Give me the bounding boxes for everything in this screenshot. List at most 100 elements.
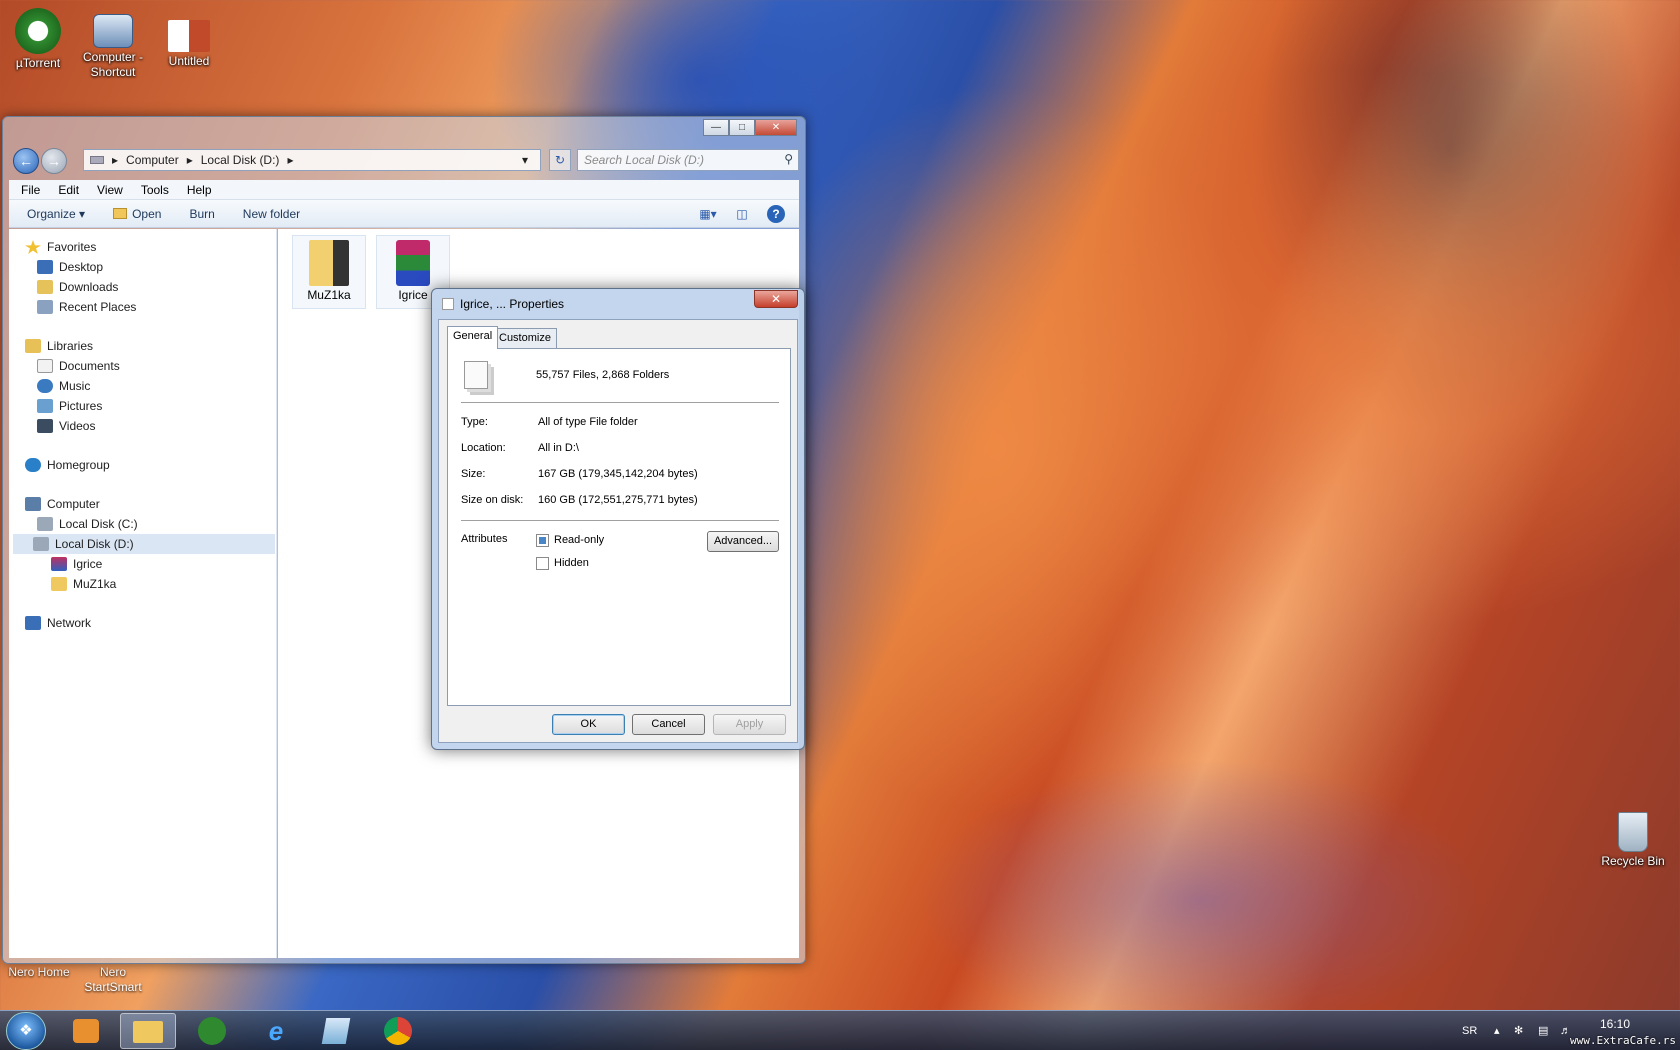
document-icon (442, 298, 454, 310)
libraries-icon (25, 339, 41, 353)
computer-shortcut-desktop-icon[interactable]: Computer - Shortcut (76, 8, 150, 80)
apply-button[interactable]: Apply (713, 714, 786, 735)
organize-button[interactable]: Organize ▾ (27, 207, 85, 221)
nero-startsmart-label[interactable]: Nero StartSmart (80, 965, 146, 995)
menu-edit[interactable]: Edit (58, 183, 79, 197)
chevron-right-icon[interactable]: ▸ (187, 153, 193, 167)
nav-desktop[interactable]: Desktop (37, 257, 103, 277)
video-file-icon (168, 20, 210, 52)
nav-igrice[interactable]: Igrice (51, 554, 102, 574)
winrar-icon (396, 240, 430, 286)
menu-help[interactable]: Help (187, 183, 212, 197)
taskbar-app[interactable] (308, 1013, 364, 1049)
hidden-label[interactable]: Hidden (554, 557, 589, 569)
chevron-down-icon[interactable]: ▾ (522, 153, 528, 167)
nav-computer[interactable]: Computer (25, 494, 100, 514)
untitled-desktop-icon[interactable]: Untitled (152, 8, 226, 69)
desktop-icon-label: µTorrent (15, 56, 61, 70)
open-button[interactable]: Open (113, 207, 161, 221)
taskbar-explorer[interactable] (120, 1013, 176, 1049)
folder-icon (309, 240, 349, 286)
taskbar-media-player[interactable] (58, 1013, 114, 1049)
nav-favorites[interactable]: Favorites (25, 237, 96, 257)
nav-label: Documents (59, 359, 120, 373)
taskbar-utorrent[interactable] (184, 1013, 240, 1049)
open-label: Open (132, 206, 162, 221)
forward-button[interactable]: → (41, 148, 67, 174)
navigation-pane: Favorites Desktop Downloads Recent Place… (9, 229, 277, 958)
nav-videos[interactable]: Videos (37, 416, 95, 436)
nav-music[interactable]: Music (37, 376, 90, 396)
show-hidden-icons[interactable]: ▴ (1494, 1011, 1500, 1050)
menu-tools[interactable]: Tools (141, 183, 169, 197)
nav-documents[interactable]: Documents (37, 356, 120, 376)
read-only-checkbox[interactable] (536, 534, 549, 547)
address-bar[interactable]: ▸ Computer ▸ Local Disk (D:) ▸ ▾ (83, 149, 541, 171)
nav-local-disk-c[interactable]: Local Disk (C:) (37, 514, 138, 534)
command-bar: Organize ▾ Open Burn New folder ▦▾ ◫ ? (9, 200, 799, 228)
size-on-disk-value: 160 GB (172,551,275,771 bytes) (538, 494, 698, 506)
nero-home-label[interactable]: Nero Home (4, 965, 74, 980)
burn-button[interactable]: Burn (189, 207, 214, 221)
nav-muz1ka[interactable]: MuZ1ka (51, 574, 116, 594)
desktop-icon-label: Recycle Bin (1601, 854, 1665, 868)
chevron-right-icon[interactable]: ▸ (287, 153, 293, 167)
windows-logo-icon: ❖ (19, 1022, 33, 1039)
language-indicator[interactable]: SR (1462, 1011, 1477, 1050)
cancel-button[interactable]: Cancel (632, 714, 705, 735)
tab-customize[interactable]: Customize (493, 328, 557, 348)
chevron-right-icon[interactable]: ▸ (112, 153, 118, 167)
back-button[interactable]: ← (13, 148, 39, 174)
nav-network[interactable]: Network (25, 613, 91, 633)
nav-pictures[interactable]: Pictures (37, 396, 102, 416)
breadcrumb-local-disk-d[interactable]: Local Disk (D:) (201, 153, 280, 167)
search-icon[interactable]: ⚲ (784, 152, 793, 166)
nav-label: Libraries (47, 339, 94, 353)
read-only-label[interactable]: Read-only (554, 534, 604, 546)
menu-file[interactable]: File (21, 183, 40, 197)
desktop-icon-label: Computer - Shortcut (82, 50, 144, 79)
menu-view[interactable]: View (97, 183, 123, 197)
taskbar-internet-explorer[interactable]: e (248, 1013, 304, 1049)
location-label: Location: (461, 442, 506, 454)
advanced-button[interactable]: Advanced... (707, 531, 779, 552)
ok-button[interactable]: OK (552, 714, 625, 735)
start-button[interactable]: ❖ (6, 1012, 46, 1050)
recycle-bin-desktop-icon[interactable]: Recycle Bin (1596, 812, 1670, 869)
tab-general[interactable]: General (447, 326, 499, 349)
tray-app-icon[interactable]: ✻ (1514, 1011, 1523, 1050)
utorrent-desktop-icon[interactable]: µTorrent (1, 8, 75, 71)
computer-icon (93, 14, 133, 48)
taskbar-chrome[interactable] (370, 1013, 426, 1049)
size-value: 167 GB (179,345,142,204 bytes) (538, 468, 698, 480)
refresh-button[interactable]: ↻ (549, 149, 571, 171)
breadcrumb-computer[interactable]: Computer (126, 153, 179, 167)
watermark: www.ExtraCafe.rs (1570, 1034, 1676, 1047)
window-controls: — □ ✕ (703, 119, 797, 136)
nav-recent-places[interactable]: Recent Places (37, 297, 136, 317)
app-icon (321, 1018, 351, 1044)
close-button[interactable]: ✕ (755, 119, 797, 136)
preview-pane-icon[interactable]: ◫ (733, 205, 751, 223)
hidden-checkbox[interactable] (536, 557, 549, 570)
help-icon[interactable]: ? (767, 205, 785, 223)
separator (461, 520, 779, 521)
type-value: All of type File folder (538, 416, 638, 428)
menu-bar: File Edit View Tools Help (9, 180, 799, 200)
folder-item-muz1ka[interactable]: MuZ1ka (292, 235, 366, 309)
clock[interactable]: 16:10 (1600, 1017, 1630, 1031)
change-view-icon[interactable]: ▦▾ (699, 205, 717, 223)
nav-local-disk-d[interactable]: Local Disk (D:) (13, 534, 275, 554)
dialog-close-button[interactable]: ✕ (754, 290, 798, 308)
search-input[interactable]: Search Local Disk (D:) ⚲ (577, 149, 799, 171)
nav-downloads[interactable]: Downloads (37, 277, 118, 297)
nav-libraries[interactable]: Libraries (25, 336, 93, 356)
nav-label: Computer (47, 497, 100, 511)
minimize-button[interactable]: — (703, 119, 729, 136)
nav-label: Videos (59, 419, 96, 433)
recycle-bin-icon (1618, 812, 1648, 852)
network-icon[interactable]: ▤ (1538, 1011, 1548, 1050)
new-folder-button[interactable]: New folder (243, 207, 300, 221)
nav-homegroup[interactable]: Homegroup (25, 455, 110, 475)
maximize-button[interactable]: □ (729, 119, 755, 136)
